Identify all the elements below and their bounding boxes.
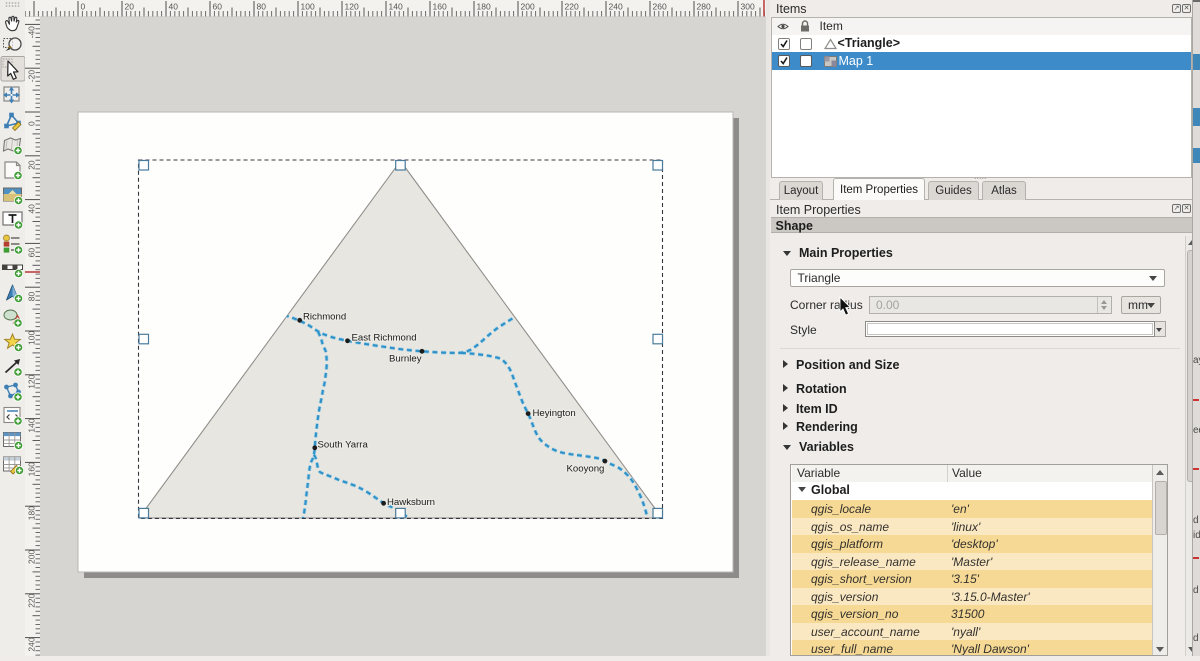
svg-text:80: 80 [27,291,37,301]
svg-text:120: 120 [345,2,359,12]
svg-text:140: 140 [389,2,403,12]
svg-text:Richmond: Richmond [303,312,346,323]
svg-text:140: 140 [27,418,37,432]
svg-text:200: 200 [521,2,535,12]
svg-text:60: 60 [213,2,223,12]
svg-text:180: 180 [477,2,491,12]
svg-text:20: 20 [125,2,135,12]
svg-text:-40: -40 [27,26,37,39]
svg-text:300: 300 [741,2,755,12]
svg-text:100: 100 [27,331,37,345]
svg-text:80: 80 [257,2,267,12]
svg-text:220: 220 [565,2,579,12]
svg-text:240: 240 [609,2,623,12]
svg-text:280: 280 [697,2,711,12]
svg-text:180: 180 [27,506,37,520]
svg-text:Heyington: Heyington [533,408,576,419]
svg-text:240: 240 [27,637,37,651]
svg-text:0: 0 [81,2,86,12]
svg-text:South Yarra: South Yarra [318,440,369,451]
svg-text:40: 40 [169,2,179,12]
svg-text:Kooyong: Kooyong [567,464,605,475]
svg-text:East Richmond: East Richmond [352,333,417,344]
svg-text:20: 20 [27,160,37,170]
svg-text:160: 160 [27,462,37,476]
svg-text:100: 100 [301,2,315,12]
svg-text:120: 120 [27,374,37,388]
svg-text:Burnley: Burnley [389,354,422,365]
svg-text:60: 60 [27,248,37,258]
svg-text:-20: -20 [27,70,37,83]
svg-text:40: 40 [27,204,37,214]
svg-text:0: 0 [27,121,37,126]
svg-text:200: 200 [27,550,37,564]
svg-text:260: 260 [653,2,667,12]
svg-text:160: 160 [433,2,447,12]
svg-text:220: 220 [27,593,37,607]
svg-text:Hawksburn: Hawksburn [387,497,435,508]
